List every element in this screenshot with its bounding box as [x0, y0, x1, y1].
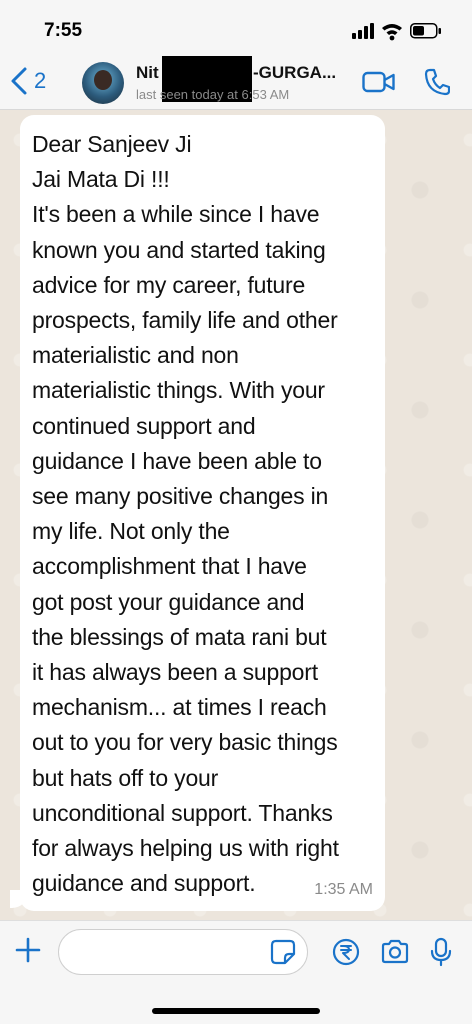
chevron-left-icon — [11, 67, 27, 95]
message-line: unconditional support. Thanks — [32, 799, 333, 826]
video-camera-icon — [362, 71, 395, 93]
message-line: continued support and — [32, 412, 256, 439]
message-line: it has always been a support — [32, 659, 318, 686]
message-line: accomplishment that I have — [32, 553, 307, 580]
microphone-icon — [430, 937, 452, 967]
attach-button[interactable] — [14, 936, 42, 969]
message-line: advice for my career, future — [32, 271, 306, 298]
status-time: 7:55 — [44, 20, 83, 41]
message-line: got post your guidance and — [32, 588, 305, 615]
message-line: for always helping us with right — [32, 835, 339, 862]
signal-icon — [352, 23, 374, 39]
message-line: guidance I have been able to — [32, 447, 322, 474]
back-button[interactable]: 2 — [10, 64, 46, 98]
home-indicator[interactable] — [152, 1008, 320, 1014]
message-line: materialistic things. With your — [32, 377, 325, 404]
status-icons — [352, 20, 450, 42]
message-line: Dear Sanjeev Ji — [32, 131, 192, 157]
message-line: out to you for very basic things — [32, 729, 338, 756]
message-line: see many positive changes in — [32, 483, 329, 510]
message-line: known you and started taking — [32, 236, 326, 263]
message-line: the blessings of mata rani but — [32, 623, 327, 650]
message-line: my life. Not only the — [32, 518, 230, 545]
message-bubble[interactable]: Dear Sanjeev Ji Jai Mata Di !!! It's bee… — [20, 115, 385, 911]
chat-header: 2 Nit -GURGA... last seen today at 6:53 … — [0, 54, 472, 110]
sticker-button[interactable] — [270, 939, 296, 970]
message-line: materialistic and non — [32, 342, 239, 369]
plus-icon — [15, 937, 41, 963]
message-line: Jai Mata Di !!! — [32, 166, 170, 193]
message-text: Dear Sanjeev Ji Jai Mata Di !!! It's bee… — [32, 127, 373, 901]
status-bar: 7:55 — [0, 0, 472, 54]
payment-button[interactable] — [332, 938, 360, 971]
voice-message-button[interactable] — [430, 937, 452, 972]
camera-button[interactable] — [380, 939, 410, 970]
sticker-icon — [270, 939, 296, 965]
phone-icon — [424, 68, 451, 96]
wifi-icon — [382, 24, 402, 41]
rupee-icon — [332, 938, 360, 966]
voice-call-button[interactable] — [424, 68, 451, 101]
contact-name[interactable]: Nit -GURGA... — [136, 56, 346, 102]
camera-icon — [381, 939, 409, 964]
video-call-button[interactable] — [362, 70, 396, 99]
message-line: mechanism... at times I reach — [32, 694, 327, 721]
last-seen-status: last seen today at 6:53 AM — [136, 87, 290, 102]
contact-name-end: -GURGA... — [253, 63, 337, 82]
message-line: but hats off to your — [32, 764, 219, 791]
avatar[interactable] — [82, 62, 124, 104]
message-line: It's been a while since I have — [32, 201, 320, 228]
contact-name-start: Nit — [136, 63, 159, 82]
message-line: prospects, family life and other — [32, 307, 338, 334]
battery-icon — [410, 23, 441, 39]
chat-area[interactable]: Dear Sanjeev Ji Jai Mata Di !!! It's bee… — [0, 110, 472, 920]
message-timestamp: 1:35 AM — [314, 881, 373, 898]
unread-count: 2 — [34, 68, 47, 93]
